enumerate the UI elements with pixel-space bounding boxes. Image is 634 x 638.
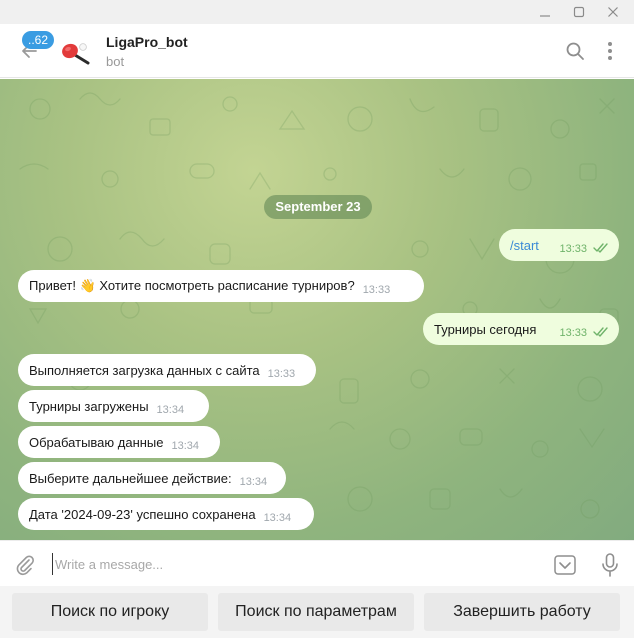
message-time: 13:34 bbox=[156, 404, 185, 416]
message-input[interactable] bbox=[52, 553, 532, 575]
message-time: 13:34 bbox=[239, 476, 268, 488]
close-icon[interactable] bbox=[594, 0, 632, 24]
message-text: Обрабатываю данные bbox=[29, 434, 164, 450]
message-time: 13:33 bbox=[559, 327, 587, 339]
paperclip-icon[interactable] bbox=[12, 552, 38, 578]
message-time: 13:33 bbox=[362, 284, 391, 296]
chat-header: ..62 LigaPro_bot bot bbox=[0, 24, 634, 78]
double-check-icon bbox=[593, 243, 609, 253]
chat-title[interactable]: LigaPro_bot bbox=[106, 34, 188, 50]
message-time: 13:33 bbox=[559, 243, 587, 255]
message-text: Выберите дальнейшее действие: bbox=[29, 470, 232, 486]
search-icon[interactable] bbox=[563, 39, 587, 63]
keyboard-button-search-player[interactable]: Поиск по игроку bbox=[12, 593, 208, 631]
maximize-icon[interactable] bbox=[560, 0, 598, 24]
message-incoming[interactable]: Турниры загружены 13:34 bbox=[18, 390, 209, 422]
message-text: Турниры сегодня bbox=[434, 321, 537, 337]
message-outgoing[interactable]: Турниры сегодня 13:33 bbox=[423, 313, 619, 345]
message-text: Выполняется загрузка данных с сайта bbox=[29, 362, 260, 378]
window-titlebar bbox=[0, 0, 634, 24]
microphone-icon[interactable] bbox=[598, 552, 622, 578]
keyboard-toggle-icon[interactable] bbox=[553, 553, 577, 577]
message-incoming[interactable]: Выполняется загрузка данных с сайта 13:3… bbox=[18, 354, 316, 386]
message-outgoing[interactable]: /start 13:33 bbox=[499, 229, 619, 261]
date-separator: September 23 bbox=[264, 195, 372, 219]
message-command-text[interactable]: /start bbox=[499, 238, 539, 253]
keyboard-button-search-params[interactable]: Поиск по параметрам bbox=[218, 593, 414, 631]
more-vertical-icon[interactable] bbox=[598, 39, 622, 63]
message-text: Турниры загружены bbox=[29, 398, 149, 414]
chat-history[interactable]: September 23 /start 13:33 Привет! 👋 Хоти… bbox=[0, 79, 634, 540]
message-text: Дата '2024-09-23' успешно сохранена bbox=[29, 506, 256, 522]
message-incoming[interactable]: Дата '2024-09-23' успешно сохранена 13:3… bbox=[18, 498, 314, 530]
message-text: Привет! 👋 Хотите посмотреть расписание т… bbox=[29, 278, 355, 293]
minimize-icon[interactable] bbox=[526, 0, 564, 24]
message-incoming[interactable]: Выберите дальнейшее действие: 13:34 bbox=[18, 462, 286, 494]
chat-status: bot bbox=[106, 54, 125, 69]
message-time: 13:33 bbox=[267, 368, 296, 380]
keyboard-button-finish[interactable]: Завершить работу bbox=[424, 593, 620, 631]
message-incoming[interactable]: Обрабатываю данные 13:34 bbox=[18, 426, 220, 458]
message-time: 13:34 bbox=[263, 512, 292, 524]
message-composer bbox=[0, 540, 634, 586]
message-time: 13:34 bbox=[171, 440, 200, 452]
message-incoming[interactable]: Привет! 👋 Хотите посмотреть расписание т… bbox=[18, 270, 424, 302]
bot-reply-keyboard: Поиск по игроку Поиск по параметрам Заве… bbox=[0, 586, 634, 638]
double-check-icon bbox=[593, 327, 609, 337]
bot-avatar-icon[interactable] bbox=[58, 36, 94, 72]
unread-badge[interactable]: ..62 bbox=[22, 31, 55, 49]
